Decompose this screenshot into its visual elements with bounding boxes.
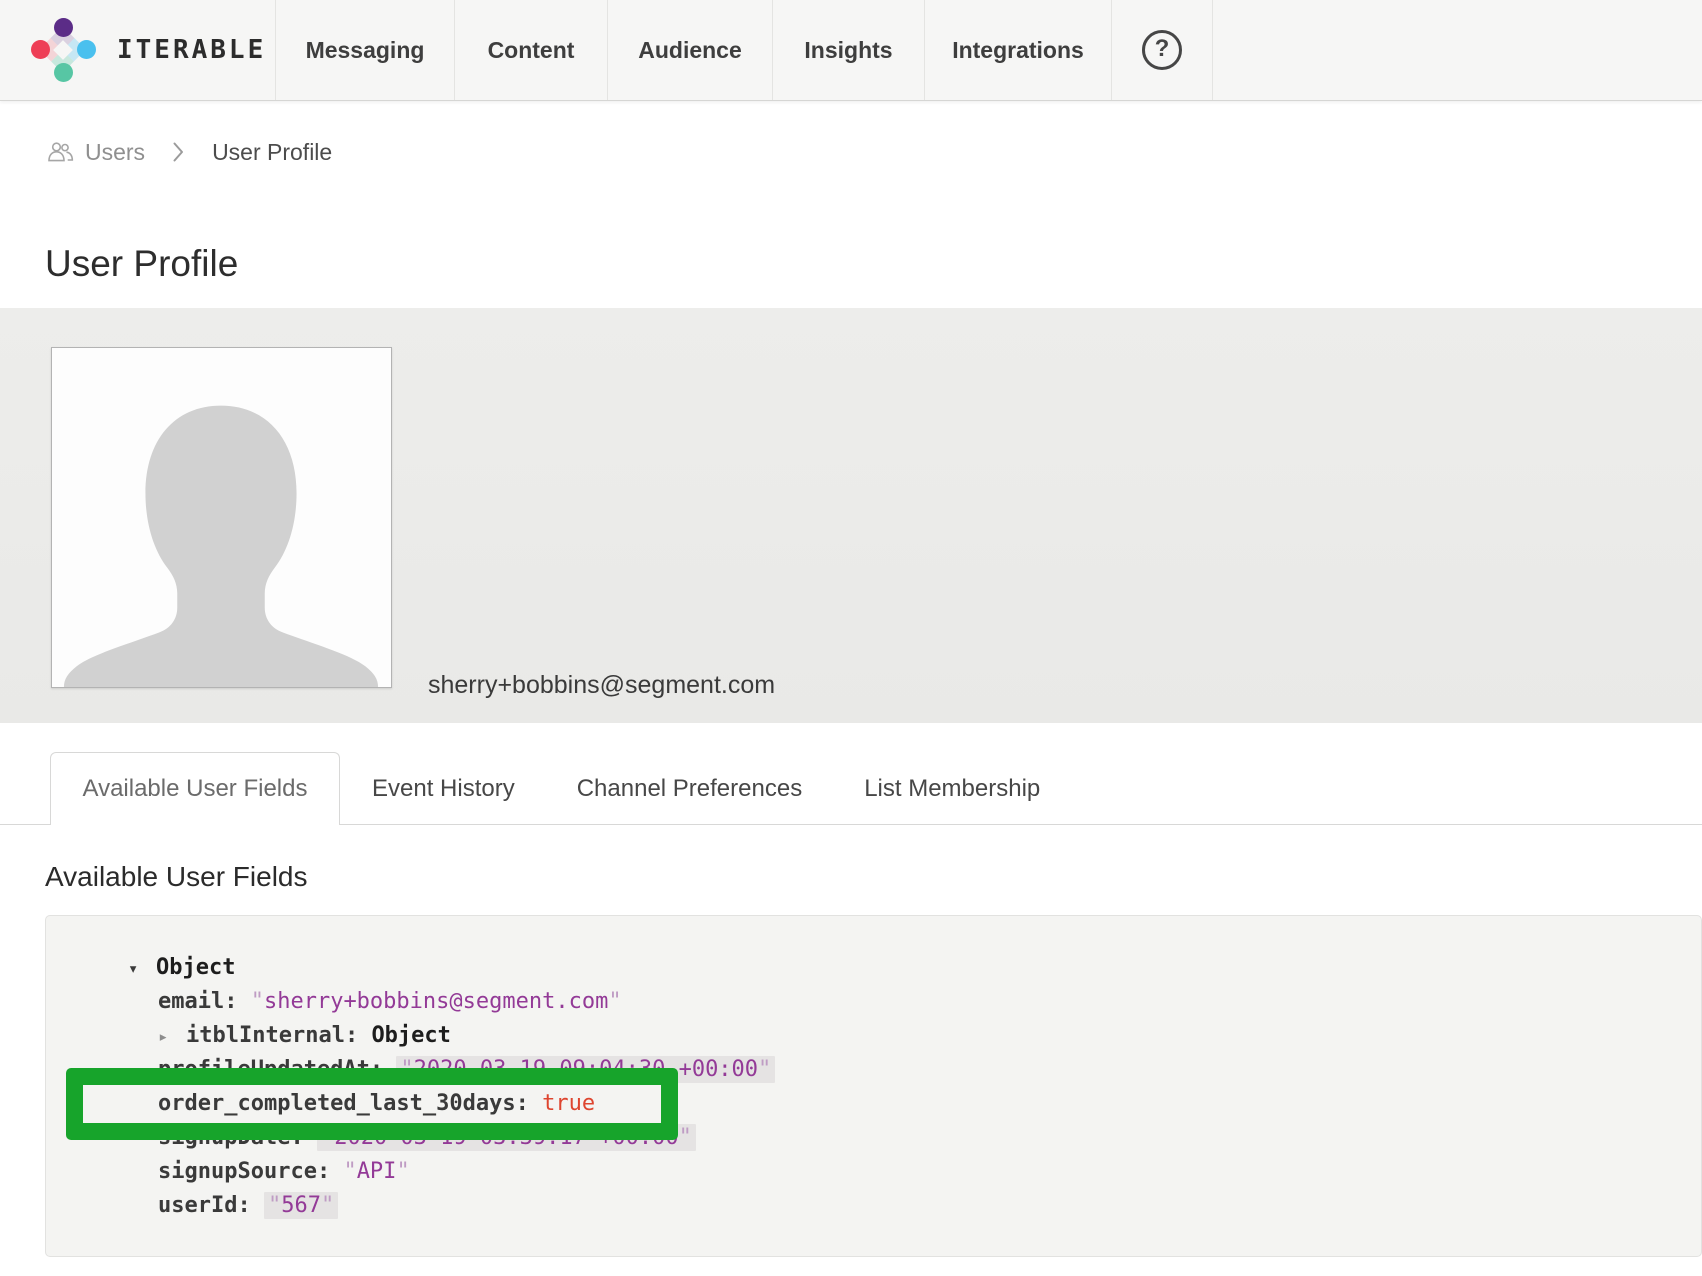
tab-list-membership[interactable]: List Membership — [864, 775, 1040, 803]
profile-hero: sherry+bobbins@segment.com — [0, 308, 1702, 723]
nav-item-insights[interactable]: Insights — [773, 0, 925, 100]
close-quote: " — [679, 1125, 692, 1150]
close-quote: " — [608, 989, 621, 1014]
open-quote: " — [343, 1159, 356, 1184]
logo-dot-red — [31, 40, 50, 59]
nav-item-integrations[interactable]: Integrations — [925, 0, 1112, 100]
user-email: sherry+bobbins@segment.com — [428, 671, 775, 700]
user-profile-page: ITERABLE MessagingContentAudienceInsight… — [0, 0, 1702, 1276]
breadcrumb-users-link[interactable]: Users — [46, 139, 145, 166]
help-icon: ? — [1142, 30, 1182, 70]
root-object-label: Object — [156, 955, 235, 980]
logo-dot-blue — [77, 40, 96, 59]
open-quote: " — [251, 989, 264, 1014]
breadcrumb-current: User Profile — [212, 139, 332, 166]
close-quote: " — [396, 1159, 409, 1184]
open-quote: " — [268, 1193, 281, 1218]
field-value: "2020-03-19 03:39:17 +00:00" — [317, 1124, 696, 1151]
field-value: "API" — [343, 1159, 409, 1184]
users-icon — [46, 141, 76, 163]
help-button[interactable]: ? — [1112, 0, 1213, 100]
field-key: signupSource: — [158, 1159, 343, 1184]
brand[interactable]: ITERABLE — [0, 0, 276, 100]
field-row-profileUpdatedAt: profileUpdatedAt: "2020-03-19 09:04:30 +… — [46, 1053, 1701, 1087]
breadcrumb-users-label: Users — [85, 139, 145, 166]
field-value: true — [542, 1091, 595, 1116]
open-quote: " — [400, 1057, 413, 1082]
nav-item-messaging[interactable]: Messaging — [276, 0, 455, 100]
field-row-root: ▾Object — [46, 951, 1701, 985]
field-row-userId: userId: "567" — [46, 1189, 1701, 1223]
tab-bar: Event History Channel Preferences List Mem… — [372, 752, 1040, 825]
collapse-icon[interactable]: ▾ — [128, 952, 156, 986]
expand-icon[interactable]: ▸ — [158, 1020, 186, 1054]
nav-item-audience[interactable]: Audience — [608, 0, 773, 100]
tab-available-user-fields[interactable]: Available User Fields — [50, 752, 340, 825]
avatar-placeholder-icon — [52, 348, 391, 687]
chevron-right-icon — [173, 142, 184, 162]
fields-tree: ▾Object email: "sherry+bobbins@segment.c… — [46, 916, 1701, 1223]
field-key: email: — [158, 989, 251, 1014]
logo-dot-teal — [54, 63, 73, 82]
close-quote: " — [758, 1057, 771, 1082]
brand-name: ITERABLE — [117, 35, 266, 65]
field-key: signupDate: — [158, 1125, 317, 1150]
section-heading: Available User Fields — [45, 861, 308, 893]
field-value: "2020-03-19 09:04:30 +00:00" — [396, 1056, 775, 1083]
field-row-email: email: "sherry+bobbins@segment.com" — [46, 985, 1701, 1019]
field-row-itblInternal: ▸itblInternal: Object — [46, 1019, 1701, 1053]
field-value: "567" — [264, 1192, 338, 1219]
tab-event-history[interactable]: Event History — [372, 775, 515, 803]
avatar — [51, 347, 392, 688]
field-row-signupDate: signupDate: "2020-03-19 03:39:17 +00:00" — [46, 1121, 1701, 1155]
field-key: itblInternal: — [186, 1023, 371, 1048]
close-quote: " — [321, 1193, 334, 1218]
field-key: userId: — [158, 1193, 264, 1218]
field-key: profileUpdatedAt: — [158, 1057, 396, 1082]
user-fields-viewer: ▾Object email: "sherry+bobbins@segment.c… — [45, 915, 1702, 1257]
logo-dot-purple — [54, 18, 73, 37]
nav-item-content[interactable]: Content — [455, 0, 608, 100]
page-title: User Profile — [45, 243, 238, 285]
field-row-signupSource: signupSource: "API" — [46, 1155, 1701, 1189]
top-navigation-bar: ITERABLE MessagingContentAudienceInsight… — [0, 0, 1702, 101]
iterable-logo-icon — [22, 8, 104, 92]
tab-channel-preferences[interactable]: Channel Preferences — [577, 775, 802, 803]
open-quote: " — [321, 1125, 334, 1150]
breadcrumb: Users User Profile — [46, 136, 332, 168]
field-value: Object — [371, 1023, 450, 1048]
field-row-order_completed_last_30days: order_completed_last_30days: true — [46, 1087, 1701, 1121]
field-value: "sherry+bobbins@segment.com" — [251, 989, 622, 1014]
main-menu: MessagingContentAudienceInsightsIntegrat… — [276, 0, 1112, 100]
field-key: order_completed_last_30days: — [158, 1091, 542, 1116]
